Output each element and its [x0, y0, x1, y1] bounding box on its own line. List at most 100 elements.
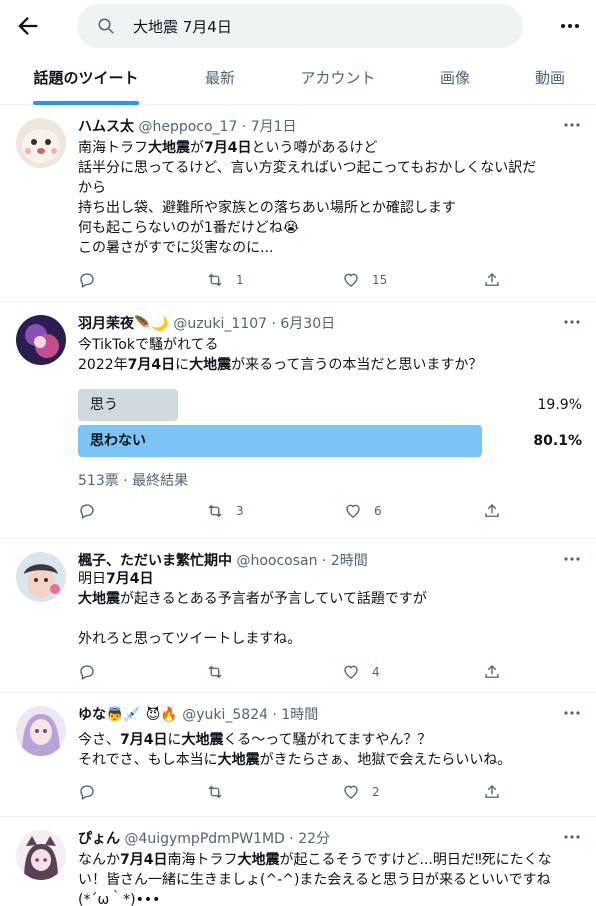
- tweet-text-line: 今さ、7月4日に大地震くる〜って騒がれてますやん？？: [78, 732, 432, 748]
- display-name[interactable]: ハムス太: [78, 119, 134, 135]
- retweet-icon: [208, 665, 222, 679]
- tweet-header: ぴょん @4uigympPdmPW1MD · 22分: [78, 828, 330, 848]
- tab-label: 話題のツイート: [33, 69, 139, 87]
- retweet-count: 3: [236, 504, 244, 518]
- active-tab-indicator: [33, 101, 139, 105]
- avatar[interactable]: [16, 118, 66, 168]
- handle-time[interactable]: @hoocosan · 2時間: [236, 553, 367, 569]
- highlight-keyword: 7月4日: [106, 571, 154, 587]
- tweet-text-line: 今TikTokで騒がれてる: [78, 337, 219, 353]
- tweet-text-line: 何も起こらないのが1番だけどね😭: [78, 220, 300, 236]
- tweet-text: 明日7月4日 大地震が起きるとある予言者が予言していて話題ですが 外れろと思ってツイ…: [78, 569, 427, 649]
- tab-label: 動画: [534, 69, 565, 87]
- handle-time[interactable]: @yuki_5824 · 1時間: [182, 707, 318, 723]
- reply-button[interactable]: [78, 662, 96, 682]
- like-count: 6: [374, 504, 382, 518]
- share-button[interactable]: [483, 501, 501, 521]
- tab-images[interactable]: 画像: [425, 52, 485, 105]
- avatar[interactable]: [16, 315, 66, 365]
- highlight-keyword: 大地震: [181, 732, 224, 748]
- more-icon[interactable]: [556, 14, 584, 38]
- tweet[interactable]: ゆな👼💉 😈🔥 @yuki_5824 · 1時間 今さ、7月4日に大地震くる〜っ…: [0, 694, 596, 817]
- share-button[interactable]: [483, 782, 501, 802]
- tweet-text-line: から: [78, 180, 106, 196]
- tweet-header: 羽月茉夜🪶🌙 @uzuki_1107 · 6月30日: [78, 313, 335, 333]
- highlight-keyword: 大地震: [148, 140, 190, 156]
- avatar[interactable]: [16, 706, 66, 756]
- tweet-text-line: 話半分に思ってるけど、言い方変えればいつ起こってもおかしくない訳だ: [78, 160, 537, 176]
- share-button[interactable]: [483, 662, 501, 682]
- display-name[interactable]: 羽月茉夜🪶🌙: [78, 316, 169, 332]
- handle-time[interactable]: @heppoco_17 · 7月1日: [138, 119, 296, 135]
- reply-icon: [80, 785, 94, 800]
- tweet-text-line: 2022年7月4日に大地震が来るって言うの本当だと思いますか？: [78, 357, 483, 373]
- like-button[interactable]: 6: [344, 501, 382, 521]
- highlight-keyword: 大地震: [189, 357, 232, 373]
- tab-label: 最新: [204, 69, 235, 87]
- tweet-text-line: 南海トラフ大地震が7月4日という噂があるけど: [78, 140, 378, 156]
- display-name[interactable]: ぴょん: [78, 831, 120, 847]
- share-button[interactable]: [483, 270, 501, 290]
- search-input[interactable]: 大地震 7月4日: [77, 4, 523, 48]
- like-icon: [344, 785, 358, 799]
- tab-videos[interactable]: 動画: [520, 52, 580, 105]
- tweet[interactable]: 羽月茉夜🪶🌙 @uzuki_1107 · 6月30日 今TikTokで騒がれてる…: [0, 303, 596, 539]
- poll-option-percent: 19.9%: [537, 397, 582, 413]
- tweet-actions: 2: [78, 782, 518, 802]
- tweet-text-line: [78, 609, 427, 629]
- reply-button[interactable]: [78, 501, 96, 521]
- back-arrow-icon[interactable]: [14, 12, 42, 40]
- tweet-text-line: (*´ω｀*)•••: [78, 892, 161, 906]
- tab-accounts[interactable]: アカウント: [283, 52, 393, 105]
- more-icon[interactable]: [562, 708, 582, 718]
- reply-button[interactable]: [78, 270, 96, 290]
- poll-option-label: 思う: [90, 397, 118, 413]
- more-icon[interactable]: [562, 832, 582, 842]
- highlight-keyword: 大地震: [237, 852, 280, 868]
- like-count: 15: [372, 273, 388, 287]
- more-icon[interactable]: [562, 120, 582, 130]
- retweet-button[interactable]: 3: [206, 501, 244, 521]
- avatar[interactable]: [16, 830, 66, 880]
- tweet[interactable]: ハムス太 @heppoco_17 · 7月1日 南海トラフ大地震が7月4日という…: [0, 106, 596, 302]
- like-button[interactable]: 2: [342, 782, 380, 802]
- tweet-actions: 3 6: [78, 501, 518, 521]
- retweet-button[interactable]: [206, 662, 224, 682]
- more-icon[interactable]: [562, 317, 582, 327]
- retweet-button[interactable]: [206, 782, 224, 802]
- tweet-text-line: い！皆さん一緒に生きましょ(^-^)また会えると思う日が来るといいですね: [78, 872, 551, 888]
- tab-top[interactable]: 話題のツイート: [16, 52, 156, 105]
- reply-button[interactable]: [78, 782, 96, 802]
- tweet-text-line: 持ち出し袋、避難所や家族との落ちあい場所とか確認します: [78, 200, 456, 216]
- tab-latest[interactable]: 最新: [185, 52, 255, 105]
- tweet-text-line: なんか7月4日南海トラフ大地震が起こるそうですけど...明日だ‼死にたくな: [78, 852, 552, 868]
- like-icon: [344, 665, 358, 679]
- tab-label: アカウント: [300, 69, 376, 87]
- tweet-text: 今さ、7月4日に大地震くる〜って騒がれてますやん？？ それでさ、もし本当に大地震が…: [78, 730, 511, 770]
- highlight-keyword: 7月4日: [120, 732, 168, 748]
- tweet-header: ゆな👼💉 😈🔥 @yuki_5824 · 1時間: [78, 704, 318, 724]
- like-button[interactable]: 15: [342, 270, 387, 290]
- share-icon: [485, 665, 499, 678]
- share-icon: [485, 504, 499, 517]
- handle-time[interactable]: @4uigympPdmPW1MD · 22分: [124, 831, 330, 847]
- tweet-text-line: この暑さがすでに災害なのに...: [78, 240, 274, 256]
- reply-icon: [80, 273, 94, 288]
- highlight-keyword: 7月4日: [204, 140, 252, 156]
- highlight-keyword: 大地震: [217, 752, 260, 768]
- display-name[interactable]: 楓子、ただいま繁忙期中: [78, 553, 232, 569]
- highlight-keyword: 7月4日: [120, 852, 168, 868]
- like-icon: [346, 504, 360, 518]
- display-name[interactable]: ゆな👼💉 😈🔥: [78, 707, 178, 723]
- more-icon[interactable]: [562, 554, 582, 564]
- tweet[interactable]: ぴょん @4uigympPdmPW1MD · 22分 なんか7月4日南海トラフ大…: [0, 818, 596, 906]
- avatar[interactable]: [16, 552, 66, 602]
- retweet-icon: [208, 504, 222, 518]
- retweet-icon: [208, 785, 222, 799]
- tweet-text-line: 外れろと思ってツイートしますね。: [78, 631, 302, 647]
- handle-time[interactable]: @uzuki_1107 · 6月30日: [173, 316, 335, 332]
- tweet[interactable]: 楓子、ただいま繁忙期中 @hoocosan · 2時間 明日7月4日 大地震が起き…: [0, 540, 596, 693]
- like-button[interactable]: 4: [342, 662, 380, 682]
- retweet-button[interactable]: 1: [206, 270, 244, 290]
- retweet-count: 1: [236, 273, 244, 287]
